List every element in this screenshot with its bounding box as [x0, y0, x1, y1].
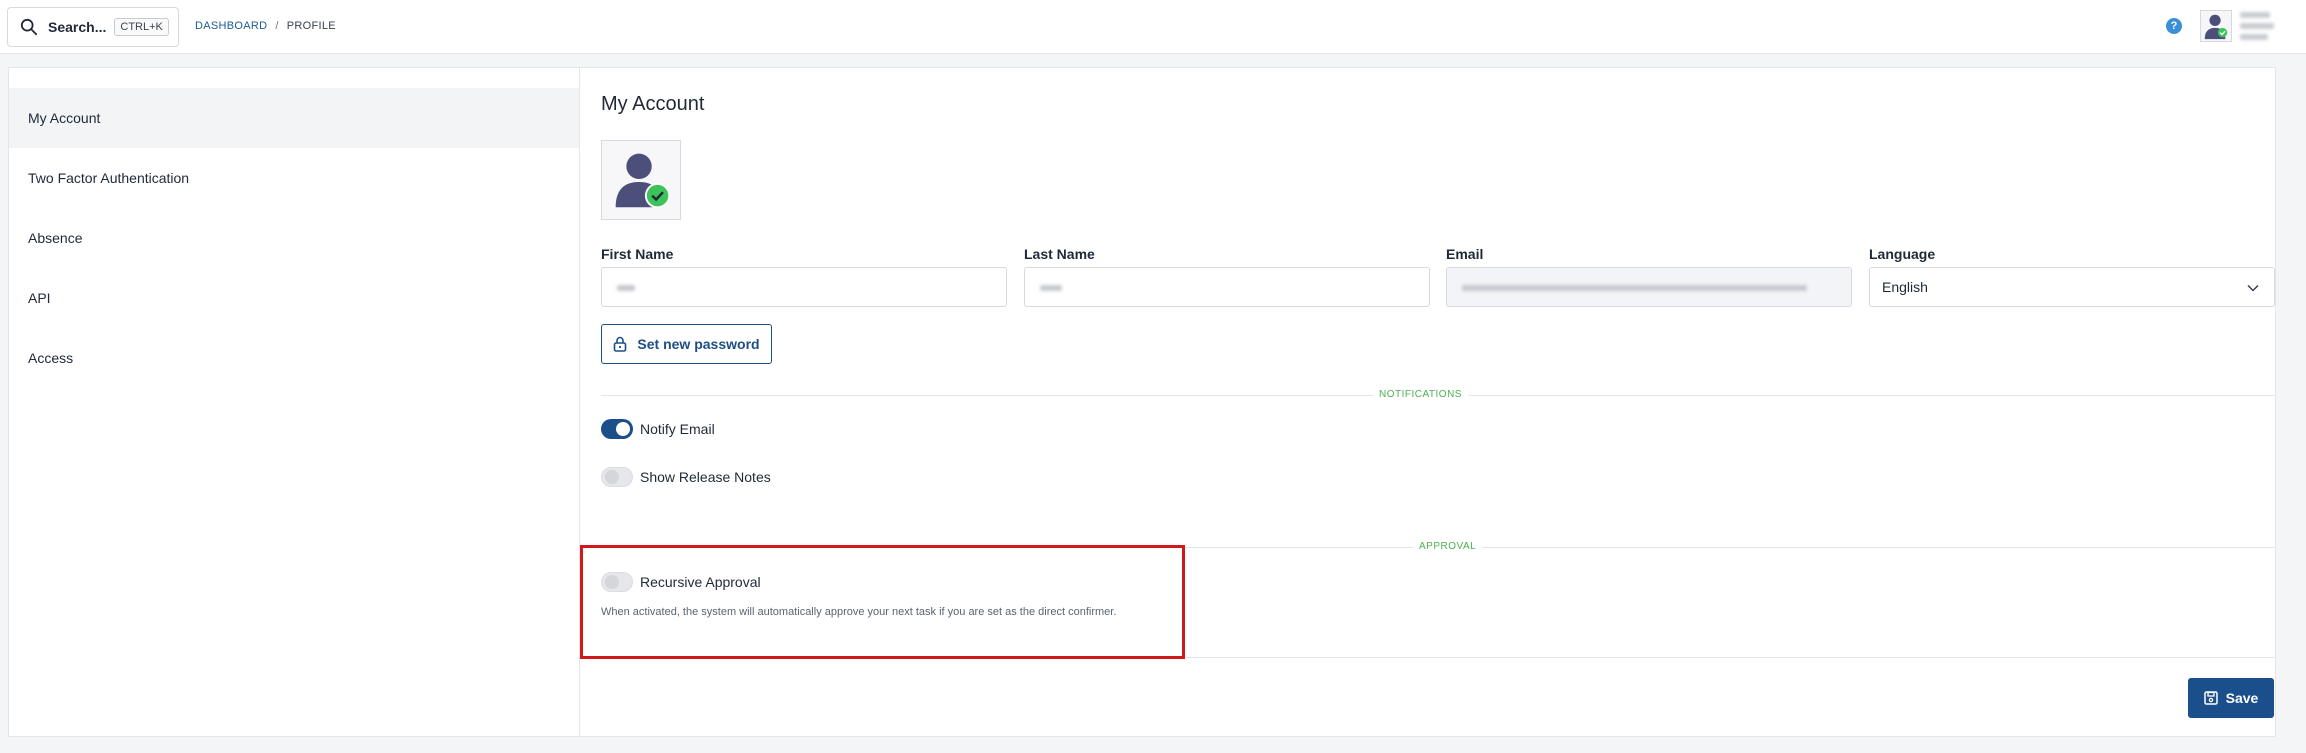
save-icon [2203, 691, 2218, 705]
first-name-value-redacted [617, 285, 635, 291]
first-name-label: First Name [601, 246, 674, 262]
save-label: Save [2225, 690, 2259, 706]
user-name-redacted [2240, 12, 2274, 40]
breadcrumb-current: PROFILE [286, 20, 336, 32]
recursive-approval-toggle[interactable] [601, 572, 633, 592]
sidebar-item-my-account[interactable]: My Account [9, 88, 579, 148]
user-icon [2204, 14, 2228, 40]
email-value-redacted [1462, 285, 1807, 291]
search-button[interactable]: Search... CTRL+K [7, 7, 179, 47]
sidebar-item-access[interactable]: Access [9, 328, 579, 388]
footer-divider [581, 657, 2276, 658]
notifications-section-label: NOTIFICATIONS [1373, 389, 1468, 400]
profile-sidebar: My Account Two Factor Authentication Abs… [9, 68, 580, 736]
search-icon [20, 18, 38, 36]
breadcrumb-separator: / [275, 20, 279, 32]
notify-email-toggle[interactable] [601, 419, 633, 439]
save-button[interactable]: Save [2188, 678, 2274, 718]
page-title: My Account [601, 93, 705, 115]
approval-section-label: APPROVAL [1413, 541, 1483, 552]
last-name-label: Last Name [1024, 246, 1095, 262]
chevron-down-icon [2247, 284, 2259, 292]
top-bar: Search... CTRL+K DASHBOARD / PROFILE ? [0, 0, 2306, 54]
lock-icon [614, 336, 627, 352]
language-select[interactable]: English [1869, 267, 2275, 307]
avatar-check-icon [615, 153, 671, 209]
recursive-approval-label: Recursive Approval [640, 574, 761, 590]
search-shortcut: CTRL+K [114, 18, 169, 36]
first-name-input[interactable] [601, 267, 1007, 307]
profile-picture[interactable] [601, 140, 681, 220]
last-name-input[interactable] [1024, 267, 1430, 307]
show-release-notes-label: Show Release Notes [640, 469, 771, 485]
email-label: Email [1446, 246, 1484, 262]
search-label: Search... [48, 19, 107, 35]
breadcrumb: DASHBOARD / PROFILE [195, 20, 336, 32]
last-name-value-redacted [1040, 285, 1062, 291]
toggle-knob [605, 575, 619, 589]
language-label: Language [1869, 246, 1936, 262]
recursive-approval-help-text: When activated, the system will automati… [601, 606, 1117, 618]
user-avatar[interactable] [2200, 10, 2232, 42]
profile-panel: My Account Two Factor Authentication Abs… [8, 67, 2276, 737]
language-value: English [1882, 279, 1928, 295]
notify-email-label: Notify Email [640, 421, 715, 437]
sidebar-item-api[interactable]: API [9, 268, 579, 328]
toggle-knob [605, 470, 619, 484]
set-new-password-label: Set new password [637, 336, 760, 352]
breadcrumb-dashboard-link[interactable]: DASHBOARD [195, 20, 267, 32]
sidebar-item-absence[interactable]: Absence [9, 208, 579, 268]
help-icon[interactable]: ? [2166, 18, 2182, 34]
sidebar-item-two-factor-authentication[interactable]: Two Factor Authentication [9, 148, 579, 208]
set-new-password-button[interactable]: Set new password [601, 324, 772, 364]
account-content: My Account First Name Last Name Email La… [581, 68, 2276, 736]
show-release-notes-toggle[interactable] [601, 467, 633, 487]
toggle-knob [616, 422, 630, 436]
